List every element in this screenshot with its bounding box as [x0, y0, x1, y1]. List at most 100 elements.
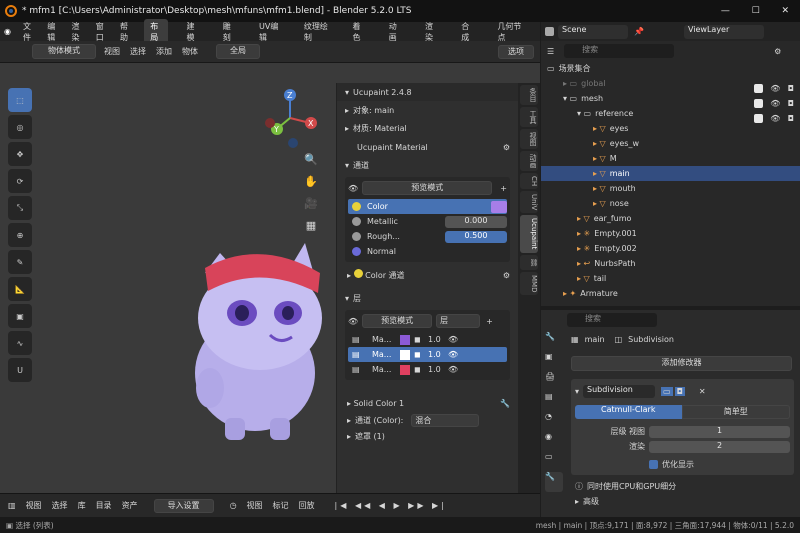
blender-menu-icon[interactable]: ◉: [4, 27, 11, 36]
options-dropdown[interactable]: 选项: [498, 45, 534, 59]
outliner-item[interactable]: ▸ ▽ ear_fumo: [541, 211, 800, 226]
chevron-right-icon[interactable]: ▸: [345, 106, 349, 115]
minimize-icon[interactable]: —: [721, 6, 730, 16]
rotate-icon[interactable]: ⟳: [8, 169, 32, 193]
vp-menu-object[interactable]: 物体: [182, 46, 198, 57]
layer-dropdown[interactable]: 层: [436, 314, 481, 328]
output-icon[interactable]: 🖨: [545, 372, 563, 392]
tab-ch[interactable]: CH: [520, 173, 538, 190]
editor-type-icon[interactable]: ▥: [8, 501, 16, 510]
display-viewport-icon[interactable]: ▭: [661, 386, 673, 396]
curve-icon[interactable]: ∿: [8, 331, 32, 355]
grid-icon[interactable]: ▦: [302, 219, 320, 241]
outliner-item[interactable]: ▸ ▽ tail: [541, 271, 800, 286]
outliner-item[interactable]: ▸ ▽ eyes_w: [541, 136, 800, 151]
add-layer-icon[interactable]: +: [486, 317, 493, 326]
menu-edit[interactable]: 编辑: [47, 21, 59, 43]
tab-ucupaint[interactable]: Ucupaint: [520, 215, 538, 253]
roughness-field[interactable]: 0.500: [445, 230, 507, 243]
menu-window[interactable]: 窗口: [96, 21, 108, 43]
tab-tool[interactable]: 工具: [520, 107, 538, 127]
layer-preview-button[interactable]: 预览模式: [362, 314, 433, 328]
eye-icon[interactable]: 👁: [770, 84, 780, 93]
eye-icon[interactable]: 👁: [770, 99, 780, 108]
chevron-right-icon[interactable]: ▸: [345, 124, 349, 133]
pan-hand-icon[interactable]: ✋: [302, 175, 320, 197]
gear-icon[interactable]: ⚙: [503, 143, 510, 152]
render-icon[interactable]: ▣: [545, 352, 563, 372]
camera-icon[interactable]: ◘: [788, 84, 794, 93]
outliner-search[interactable]: 搜索: [564, 44, 675, 58]
tab-univ[interactable]: UniV: [520, 191, 538, 214]
collection-icon[interactable]: ▭: [545, 452, 563, 472]
tab-link-icon[interactable]: ⛓: [520, 254, 538, 270]
scale-icon[interactable]: ⤡: [8, 196, 32, 220]
outliner-item[interactable]: ▸ ▽ nose: [541, 196, 800, 211]
outliner-root[interactable]: ▭ 场景集合: [541, 61, 800, 76]
tool-icon[interactable]: 🔧: [545, 332, 563, 352]
layer-opacity[interactable]: 1.0: [428, 350, 448, 359]
filter-icon[interactable]: ⚙: [774, 47, 781, 56]
tl-menu[interactable]: 回放: [299, 500, 315, 511]
modifier-name-field[interactable]: Subdivision: [583, 384, 656, 398]
properties-search[interactable]: 搜索: [567, 313, 657, 327]
chevron-right-icon[interactable]: ▸: [575, 497, 579, 506]
eye-icon[interactable]: 👁: [448, 335, 458, 344]
channel-row[interactable]: Rough... 0.500: [348, 229, 507, 244]
modifier-wrench-icon[interactable]: 🔧: [545, 472, 563, 492]
menu-file[interactable]: 文件: [23, 21, 35, 43]
checkbox-icon[interactable]: [754, 99, 763, 108]
menu-render[interactable]: 渲染: [71, 21, 83, 43]
chevron-right-icon[interactable]: ▸: [347, 432, 351, 441]
tl-menu[interactable]: 目录: [96, 500, 112, 511]
add-cube-icon[interactable]: ▣: [8, 304, 32, 328]
catmull-clark-toggle[interactable]: Catmull-Clark: [575, 405, 682, 419]
outliner-item[interactable]: ▸ ▽ mouth: [541, 181, 800, 196]
camera-icon[interactable]: ◘: [788, 99, 794, 108]
eye-icon[interactable]: 👁: [448, 350, 458, 359]
move-icon[interactable]: ✥: [8, 142, 32, 166]
render-levels-field[interactable]: 2: [649, 440, 790, 453]
transform-icon[interactable]: ⊕: [8, 223, 32, 247]
tab-animation[interactable]: 动画: [520, 151, 538, 171]
add-channel-icon[interactable]: +: [500, 184, 507, 193]
tl-menu[interactable]: 视图: [26, 500, 42, 511]
outliner-item[interactable]: ▸ ▽ M: [541, 151, 800, 166]
clock-icon[interactable]: ◷: [230, 501, 237, 510]
gear-icon[interactable]: ⚙: [503, 271, 510, 280]
layer-opacity[interactable]: 1.0: [428, 365, 448, 374]
checkbox-icon[interactable]: [754, 114, 763, 123]
chevron-down-icon[interactable]: ▾: [345, 161, 349, 170]
tab-view[interactable]: 视图: [520, 129, 538, 149]
select-box-icon[interactable]: ⬚: [8, 88, 32, 112]
ucupaint-icon[interactable]: U: [8, 358, 32, 382]
preview-mode-button[interactable]: 预览模式: [362, 181, 493, 195]
camera-icon[interactable]: 🎥: [302, 197, 320, 219]
close-icon[interactable]: ✕: [699, 387, 706, 396]
channel-row[interactable]: Normal: [348, 244, 507, 259]
wrench-icon[interactable]: 🔧: [500, 399, 510, 408]
levels-field[interactable]: 1: [649, 425, 790, 438]
metallic-field[interactable]: 0.000: [445, 215, 507, 228]
checkbox-icon[interactable]: [754, 84, 763, 93]
world-icon[interactable]: ◉: [545, 432, 563, 452]
eye-icon[interactable]: 👁: [348, 317, 358, 326]
chevron-down-icon[interactable]: ▾: [345, 294, 349, 303]
channel-row[interactable]: Color: [348, 199, 507, 214]
camera-icon[interactable]: ◘: [788, 114, 794, 123]
tl-menu[interactable]: 资产: [122, 500, 138, 511]
tab-item[interactable]: 条目: [520, 85, 538, 105]
chevron-right-icon[interactable]: ▸: [347, 271, 354, 280]
outliner-item[interactable]: ▸ ✳ Empty.001: [541, 226, 800, 241]
chevron-right-icon[interactable]: ▸: [347, 416, 351, 425]
eye-icon[interactable]: 👁: [348, 184, 358, 193]
simple-toggle[interactable]: 简单型: [681, 405, 790, 419]
outliner-item[interactable]: ▸ ↩ NurbsPath: [541, 256, 800, 271]
tl-menu[interactable]: 选择: [52, 500, 68, 511]
view-layer-selector[interactable]: ViewLayer: [683, 24, 764, 39]
close-icon[interactable]: ✕: [782, 6, 790, 16]
character-model[interactable]: [180, 213, 330, 453]
zoom-icon[interactable]: 🔍: [302, 153, 320, 175]
layer-row[interactable]: ▤ Ma... ◼ 1.0 👁: [348, 332, 507, 347]
measure-icon[interactable]: 📐: [8, 277, 32, 301]
